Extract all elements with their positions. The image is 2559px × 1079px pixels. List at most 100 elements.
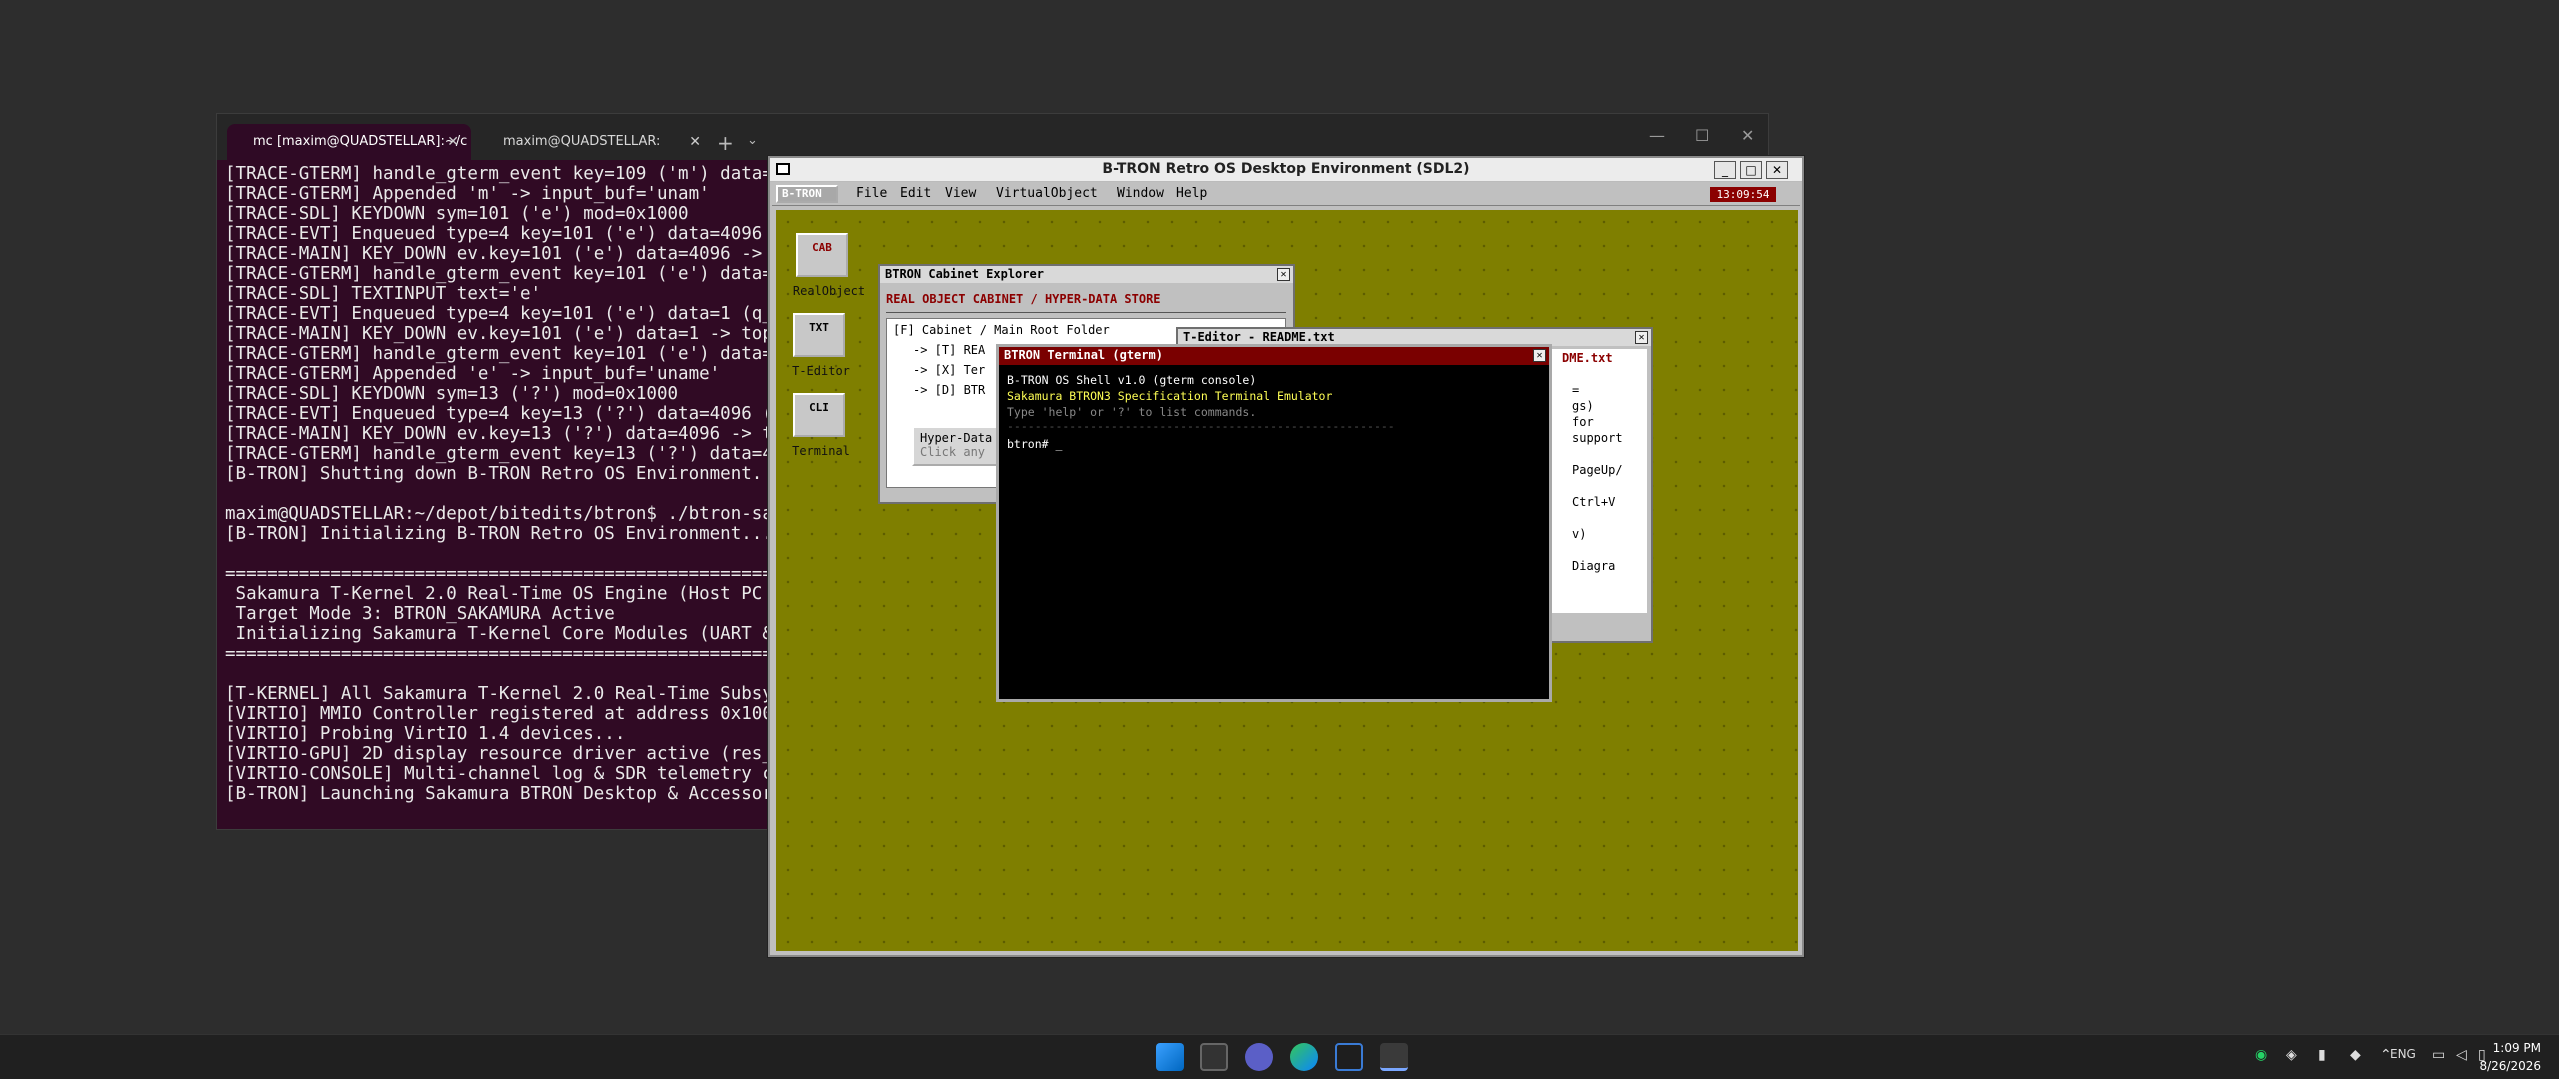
menu-file[interactable]: File: [856, 186, 887, 201]
close-icon[interactable]: ✕: [1766, 161, 1788, 179]
terminal-line: [B-TRON] Initializing B-TRON Retro OS En…: [225, 524, 773, 544]
terminal-line: ========================================…: [225, 644, 825, 664]
usb-icon[interactable]: ▮: [2318, 1047, 2326, 1063]
terminal-app-icon[interactable]: [1200, 1043, 1228, 1071]
terminal-line: [TRACE-EVT] Enqueued type=4 key=101 ('e'…: [225, 304, 794, 324]
btron-terminal-window[interactable]: BTRON Terminal (gterm) ✕ B-TRON OS Shell…: [996, 344, 1552, 702]
terminal-line: [TRACE-GTERM] handle_gterm_event key=101…: [225, 264, 794, 284]
taskbar: ◉ ◈ ▮ ◆ ⌃ ENG ▭ ◁ ▯ 1:09 PM 8/26/2026: [0, 1034, 2559, 1079]
editor-line: for: [1572, 415, 1594, 429]
desktop-icon-label: Terminal: [792, 444, 850, 458]
maximize-icon[interactable]: □: [1740, 161, 1762, 179]
editor-line: Diagra: [1572, 559, 1616, 573]
tab-depot[interactable]: maxim@QUADSTELLAR: ~/depot, ✕: [477, 124, 713, 185]
editor-line: support: [1572, 431, 1623, 445]
editor-line: gs): [1572, 399, 1594, 413]
language-indicator[interactable]: ENG: [2390, 1047, 2416, 1061]
terminal-line: maxim@QUADSTELLAR:~/depot/bitedits/btron…: [225, 504, 805, 524]
terminal-line: [VIRTIO-GPU] 2D display resource driver …: [225, 744, 805, 764]
terminal-line: [TRACE-SDL] KEYDOWN sym=101 ('e') mod=0x…: [225, 204, 689, 224]
volume-icon[interactable]: ◁: [2456, 1047, 2467, 1063]
terminal-line: [TRACE-GTERM] handle_gterm_event key=109…: [225, 164, 784, 184]
terminal-line: [TRACE-EVT] Enqueued type=4 key=13 ('?')…: [225, 404, 794, 424]
teams-icon[interactable]: [1245, 1043, 1273, 1071]
windows-start-icon[interactable]: [1156, 1043, 1184, 1071]
chevron-down-icon[interactable]: ⌄: [747, 133, 758, 148]
close-icon[interactable]: ✕: [689, 124, 701, 160]
terminal-line: Target Mode 3: BTRON_SAKAMURA Active: [225, 604, 615, 624]
desktop-icon-label: RealObject: [792, 284, 866, 298]
terminal-line: [TRACE-SDL] TEXTINPUT text='e': [225, 284, 542, 304]
shell-banner: B-TRON OS Shell v1.0 (gterm console): [1007, 373, 1257, 387]
hyper-data-button[interactable]: Hyper-Data Click any: [912, 426, 1002, 466]
terminal-line: ========================================…: [225, 564, 825, 584]
terminal-icon[interactable]: CLI: [793, 393, 845, 437]
clock: 13:09:54: [1710, 187, 1776, 202]
terminal-screen[interactable]: B-TRON OS Shell v1.0 (gterm console) Sak…: [999, 365, 1549, 699]
minimize-icon[interactable]: —: [1649, 126, 1665, 145]
menu-view[interactable]: View: [945, 186, 976, 201]
close-icon[interactable]: ✕: [447, 124, 459, 160]
list-item[interactable]: -> [D] BTR: [913, 383, 985, 397]
terminal-line: [T-KERNEL] All Sakamura T-Kernel 2.0 Rea…: [225, 684, 805, 704]
terminal-line: [VIRTIO] MMIO Controller registered at a…: [225, 704, 805, 724]
tab-mc[interactable]: mc [maxim@QUADSTELLAR]:~/c ✕: [227, 124, 471, 160]
cabinet-title[interactable]: BTRON Cabinet Explorer: [880, 266, 1293, 283]
editor-tab[interactable]: DME.txt: [1562, 351, 1613, 365]
realobject-icon[interactable]: CAB: [796, 233, 848, 277]
terminal-line: [VIRTIO] Probing VirtIO 1.4 devices...: [225, 724, 626, 744]
terminal-line: [TRACE-MAIN] KEY_DOWN ev.key=101 ('e') d…: [225, 324, 794, 344]
title-bar[interactable]: B-TRON Retro OS Desktop Environment (SDL…: [770, 158, 1802, 182]
terminal-line: [B-TRON] Launching Sakamura BTRON Deskto…: [225, 784, 805, 804]
security-icon[interactable]: ◆: [2350, 1047, 2361, 1063]
linux-penguin-icon[interactable]: [1380, 1043, 1408, 1071]
shell-prompt[interactable]: btron# _: [1007, 437, 1062, 451]
close-icon[interactable]: ✕: [1635, 331, 1648, 344]
azure-icon[interactable]: [1335, 1043, 1363, 1071]
maximize-icon[interactable]: ☐: [1695, 126, 1709, 145]
close-icon[interactable]: ✕: [1533, 349, 1546, 362]
shell-separator: ----------------------------------------…: [1007, 419, 1395, 433]
minimize-icon[interactable]: _: [1714, 161, 1736, 179]
close-icon[interactable]: ✕: [1277, 268, 1290, 281]
system-clock[interactable]: 1:09 PM 8/26/2026: [2479, 1039, 2541, 1075]
list-item[interactable]: [F] Cabinet / Main Root Folder: [893, 323, 1110, 337]
shell-hint: Type 'help' or '?' to list commands.: [1007, 405, 1257, 419]
shell-subtitle: Sakamura BTRON3 Specification Terminal E…: [1007, 389, 1333, 403]
list-item[interactable]: -> [T] REA: [913, 343, 985, 357]
terminal-line: [TRACE-GTERM] handle_gterm_event key=101…: [225, 344, 784, 364]
terminal-line: Sakamura T-Kernel 2.0 Real-Time OS Engin…: [225, 584, 805, 604]
desktop-icon-label: T-Editor: [792, 364, 850, 378]
list-item[interactable]: -> [X] Ter: [913, 363, 985, 377]
terminal-line: [TRACE-GTERM] Appended 'm' -> input_buf=…: [225, 184, 710, 204]
menu-virtualobject[interactable]: VirtualObject: [996, 186, 1098, 201]
network-icon[interactable]: ▭: [2432, 1047, 2445, 1063]
terminal-line: [TRACE-SDL] KEYDOWN sym=13 ('?') mod=0x1…: [225, 384, 679, 404]
start-button[interactable]: B-TRON: [776, 185, 838, 203]
menu-window[interactable]: Window: [1117, 186, 1164, 201]
edge-icon[interactable]: [1290, 1043, 1318, 1071]
teams-tray-icon[interactable]: ◈: [2286, 1047, 2297, 1063]
menu-help[interactable]: Help: [1176, 186, 1207, 201]
whatsapp-icon[interactable]: ◉: [2255, 1047, 2267, 1063]
hyper-data-label: Hyper-Data: [920, 431, 993, 445]
t-editor-icon[interactable]: TXT: [793, 313, 845, 357]
menu-bar: B-TRON File Edit View VirtualObject Wind…: [772, 182, 1800, 206]
editor-line: Ctrl+V: [1572, 495, 1616, 509]
terminal-line: [TRACE-GTERM] handle_gterm_event key=13 …: [225, 444, 794, 464]
terminal-line: Initializing Sakamura T-Kernel Core Modu…: [225, 624, 805, 644]
terminal-line: [TRACE-MAIN] KEY_DOWN ev.key=13 ('?') da…: [225, 424, 794, 444]
tab-label: mc [maxim@QUADSTELLAR]:~/c: [253, 134, 468, 149]
terminal-title[interactable]: BTRON Terminal (gterm): [999, 347, 1549, 365]
menu-edit[interactable]: Edit: [900, 186, 931, 201]
tab-bar: mc [maxim@QUADSTELLAR]:~/c ✕ maxim@QUADS…: [217, 114, 1768, 185]
cabinet-header: REAL OBJECT CABINET / HYPER-DATA STORE: [886, 292, 1161, 306]
clock-date: 8/26/2026: [2479, 1059, 2541, 1073]
close-window-icon[interactable]: ✕: [1741, 126, 1754, 145]
editor-line: =: [1572, 383, 1580, 397]
new-tab-icon[interactable]: +: [717, 131, 734, 155]
terminal-lines: [TRACE-GTERM] handle_gterm_event key=109…: [225, 164, 825, 804]
